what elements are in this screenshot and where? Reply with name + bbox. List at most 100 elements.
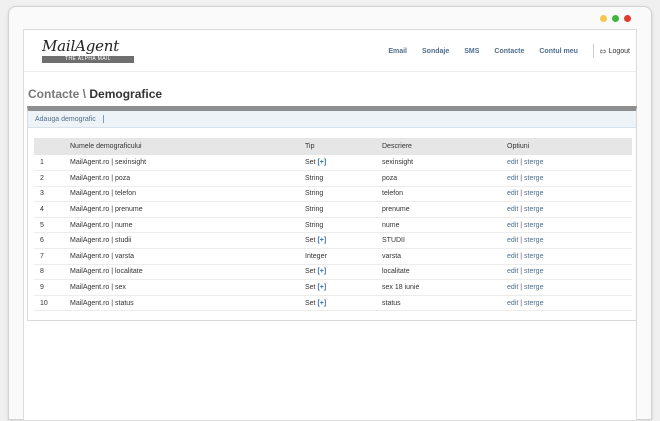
row-type-text: Set [305, 284, 316, 292]
page-title: Contacte \ Demografice [28, 87, 162, 101]
row-name: MailAgent.ro | studii [64, 232, 299, 250]
top-navigation-bar: MailAgent THE ALPHA MAIL Email Sondaje S… [24, 30, 636, 72]
table-row: 3 MailAgent.ro | telefon String telefon edit… [34, 186, 632, 203]
table-body: 1 MailAgent.ro | sexinsight Set [+] sexinsi… [34, 155, 632, 312]
header-index [34, 138, 64, 155]
browser-window: MailAgent THE ALPHA MAIL Email Sondaje S… [8, 6, 652, 421]
row-name: MailAgent.ro | status [64, 295, 299, 312]
delete-link[interactable]: sterge [524, 253, 543, 260]
logo-tagline: THE ALPHA MAIL [42, 56, 134, 63]
nav-sondaje[interactable]: Sondaje [422, 48, 449, 55]
row-type: Set [+] [299, 155, 376, 172]
delete-link[interactable]: sterge [524, 284, 543, 291]
row-type-text: String [305, 174, 324, 182]
table-row: 8 MailAgent.ro | localitate Set [+] localit… [34, 264, 632, 281]
table-row: 5 MailAgent.ro | nume String nume edit | ste… [34, 217, 632, 234]
row-options: edit | sterge [501, 170, 632, 187]
row-options: edit | sterge [501, 217, 632, 234]
delete-link[interactable]: sterge [524, 237, 543, 244]
logout-label: Logout [608, 47, 630, 55]
edit-link[interactable]: edit [507, 253, 518, 260]
logout-link[interactable]: ⇰ Logout [600, 47, 630, 56]
delete-link[interactable]: sterge [524, 268, 543, 275]
edit-link[interactable]: edit [507, 268, 518, 275]
edit-link[interactable]: edit [507, 190, 518, 197]
logout-icon: ⇰ [599, 46, 607, 56]
table-row: 4 MailAgent.ro | prenume String prenume edit… [34, 201, 632, 218]
row-index: 5 [34, 217, 64, 234]
row-type: Set [+] [299, 232, 376, 250]
breadcrumb-contacte[interactable]: Contacte \ [28, 87, 86, 101]
row-type: String [299, 186, 376, 203]
set-values-link[interactable]: [+] [317, 300, 326, 307]
row-options: edit | sterge [501, 248, 632, 265]
nav-contacte[interactable]: Contacte [494, 48, 524, 55]
app-page: MailAgent THE ALPHA MAIL Email Sondaje S… [23, 29, 637, 421]
row-index: 10 [34, 295, 64, 312]
row-index: 8 [34, 264, 64, 281]
row-index: 7 [34, 248, 64, 265]
delete-link[interactable]: sterge [524, 222, 543, 229]
row-name: MailAgent.ro | poza [64, 170, 299, 187]
edit-link[interactable]: edit [507, 237, 518, 244]
nav-contul-meu[interactable]: Contul meu [539, 48, 578, 55]
row-options: edit | sterge [501, 295, 632, 312]
minimize-dot[interactable] [600, 15, 607, 22]
table-row: 9 MailAgent.ro | sex Set [+] sex 18 iunie ed… [34, 279, 632, 296]
row-type-text: String [305, 206, 324, 214]
row-description: varsta [376, 248, 501, 265]
row-index: 1 [34, 155, 64, 172]
set-values-link[interactable]: [+] [317, 284, 326, 291]
nav-email[interactable]: Email [388, 48, 407, 55]
table-header-row: Numele demograficului Tip Descriere Opti… [34, 138, 632, 155]
row-name: MailAgent.ro | telefon [64, 186, 299, 203]
row-type: Set [+] [299, 295, 376, 312]
row-description: nume [376, 217, 501, 234]
set-values-link[interactable]: [+] [317, 159, 326, 166]
delete-link[interactable]: sterge [524, 159, 543, 166]
maximize-dot[interactable] [612, 15, 619, 22]
row-index: 4 [34, 201, 64, 218]
header-description: Descriere [376, 138, 501, 155]
main-nav: Email Sondaje SMS Contacte Contul meu ⇰ … [388, 30, 636, 72]
row-type-text: Set [305, 268, 316, 276]
set-values-link[interactable]: [+] [317, 237, 326, 244]
row-type: Set [+] [299, 279, 376, 296]
delete-link[interactable]: sterge [524, 190, 543, 197]
row-index: 3 [34, 186, 64, 203]
edit-link[interactable]: edit [507, 159, 518, 166]
table-row: 6 MailAgent.ro | studii Set [+] STUDII edit … [34, 232, 632, 250]
edit-link[interactable]: edit [507, 175, 518, 182]
add-demographic-link[interactable]: Adauga demografic [35, 116, 96, 123]
mailagent-logo[interactable]: MailAgent THE ALPHA MAIL [42, 39, 134, 65]
edit-link[interactable]: edit [507, 284, 518, 291]
row-description: poza [376, 170, 501, 187]
table-row: 2 MailAgent.ro | poza String poza edit | ste… [34, 170, 632, 187]
window-controls [600, 15, 631, 22]
row-type: String [299, 170, 376, 187]
action-bar: Adauga demografic [28, 111, 636, 128]
row-type: Integer [299, 248, 376, 265]
delete-link[interactable]: sterge [524, 175, 543, 182]
table-row: 7 MailAgent.ro | varsta Integer varsta edit … [34, 248, 632, 265]
set-values-link[interactable]: [+] [317, 268, 326, 275]
edit-link[interactable]: edit [507, 222, 518, 229]
row-type-text: Set [305, 237, 316, 245]
demographics-panel: Adauga demografic Numele demograficului … [27, 106, 637, 321]
delete-link[interactable]: sterge [524, 300, 543, 307]
row-description: STUDII [376, 232, 501, 250]
row-type-text: String [305, 221, 324, 229]
delete-link[interactable]: sterge [524, 206, 543, 213]
row-type-text: String [305, 190, 324, 198]
row-options: edit | sterge [501, 186, 632, 203]
row-type: String [299, 217, 376, 234]
close-dot[interactable] [624, 15, 631, 22]
nav-sms[interactable]: SMS [464, 48, 479, 55]
edit-link[interactable]: edit [507, 300, 518, 307]
header-type: Tip [299, 138, 376, 155]
row-description: status [376, 295, 501, 312]
row-type-text: Set [305, 159, 316, 167]
row-name: MailAgent.ro | prenume [64, 201, 299, 218]
edit-link[interactable]: edit [507, 206, 518, 213]
row-options: edit | sterge [501, 264, 632, 281]
